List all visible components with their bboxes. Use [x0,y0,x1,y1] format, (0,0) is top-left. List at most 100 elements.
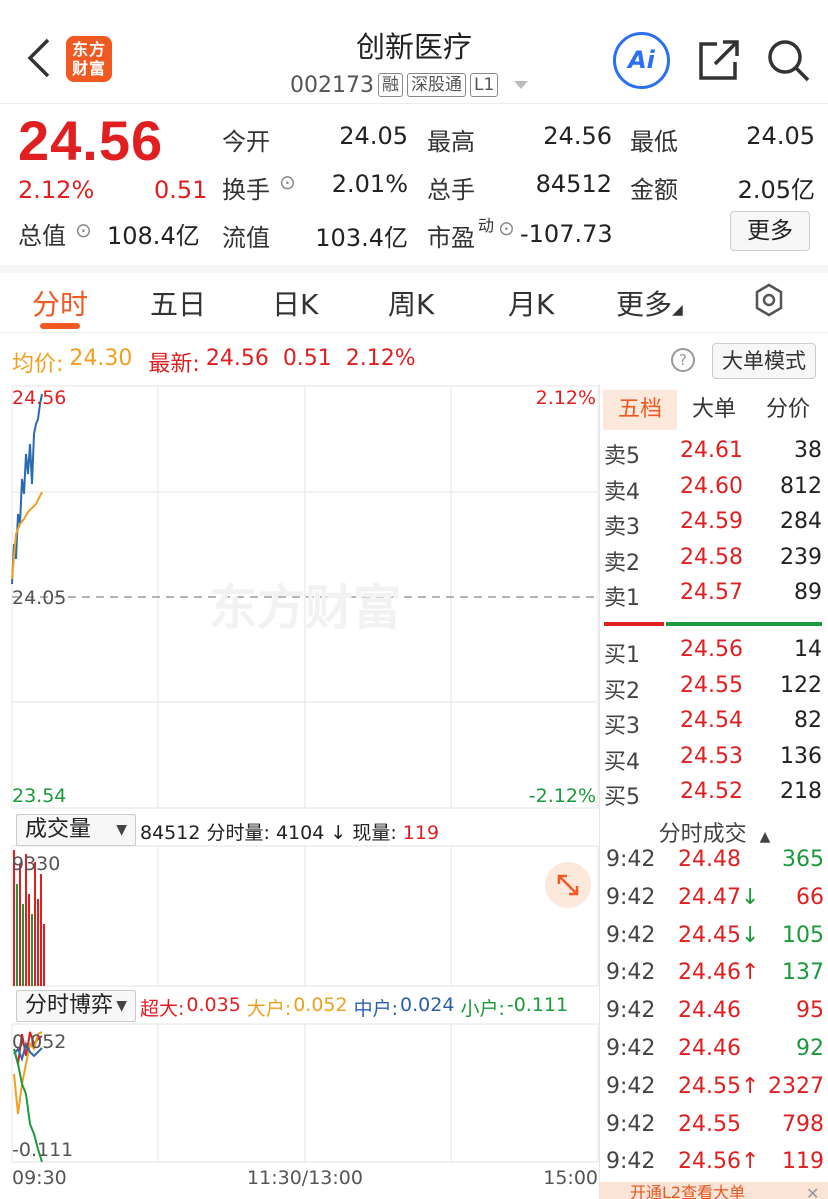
bid-row[interactable]: 买1 24.56 14 [604,637,822,668]
ask-price: 24.61 [680,438,743,463]
more-dots-icon[interactable]: ⊙ [75,218,92,242]
trade-time: 9:42 [606,1149,656,1175]
ask-price: 24.60 [680,473,743,499]
divider [0,265,828,273]
bid-price: 24.54 [680,708,743,733]
trades-header[interactable]: 分时成交 ▲ [601,816,828,848]
trade-row: 9:42 24.48 365 [606,847,824,879]
volume-value: 84512 [535,170,612,198]
ask-price: 24.59 [680,509,743,534]
tab-big-orders[interactable]: 大单 [677,390,751,430]
bid-row[interactable]: 买5 24.52 218 [604,779,822,810]
intraday-chart[interactable]: 东方财富 24.56 24.05 23.54 2.12% -2.12% 9330 [0,384,600,1199]
stock-code-row[interactable]: 002173 融 深股通 L1 [290,72,530,98]
volume-indicator-select[interactable]: 成交量 ▼ [16,814,136,846]
open-label: 今开 [222,128,270,156]
trade-volume: 365 [782,847,824,872]
trade-volume: 137 [782,960,824,986]
bid-row[interactable]: 买2 24.55 122 [604,672,822,704]
amount-value: 2.05亿 [737,176,815,204]
close-icon[interactable]: ✕ [806,1184,819,1199]
active-tab-indicator [40,323,80,329]
bid-price: 24.55 [680,672,743,698]
more-dots-icon[interactable]: ⊙ [498,216,515,240]
volume-total: 84512 [140,822,201,844]
volume-bar [19,864,21,986]
l2-banner[interactable]: 开通L2查看大单 [600,1182,828,1199]
tab-price-distribution[interactable]: 分价 [751,390,825,430]
bid-volume: 14 [794,637,822,662]
current-volume-label: 现量: [352,822,397,844]
trade-row: 9:42 24.55↑ 2327 [606,1074,824,1106]
current-volume-value: 119 [402,822,440,844]
current-price: 24.56 [18,109,164,172]
bid-row[interactable]: 买4 24.53 136 [604,744,822,775]
caret-down-icon: ▼ [116,998,127,1014]
trade-time: 9:42 [606,1111,656,1137]
time-start-label: 09:30 [12,1167,67,1189]
ask-row[interactable]: 卖2 24.58 239 [604,545,822,576]
tab-weekly-k[interactable]: 周K [388,283,434,323]
trade-direction-icon: ↑ [740,1073,760,1099]
trade-price-value: 24.45 [678,922,741,948]
trade-volume: 105 [782,922,824,948]
ask-row[interactable]: 卖5 24.61 38 [604,438,822,469]
change-value: 0.51 [154,176,208,204]
tab-five-levels[interactable]: 五档 [603,390,677,430]
ask-row[interactable]: 卖1 24.57 89 [604,580,822,611]
price-min-label: 23.54 [12,785,66,807]
game-info: 超大: 0.035 大户: 0.052 中户: 0.024 小户: -0.111 [140,994,568,1021]
bid-row[interactable]: 买3 24.54 82 [604,708,822,739]
tag-level: L1 [469,73,499,97]
large-value: 0.052 [293,994,348,1016]
trade-price: 24.46↑ [678,960,759,985]
more-button[interactable]: 更多 [730,211,810,251]
market-value: 108.4亿 [107,222,200,250]
volume-bar [22,904,24,986]
volume-select-label: 成交量 [25,817,92,842]
volume-info: 84512 分时量: 4104 ↓ 现量: 119 [140,818,439,845]
tab-more-label: 更多 [616,288,673,321]
more-dots-icon[interactable]: ⊙ [279,170,296,194]
ask-row[interactable]: 卖4 24.60 812 [604,473,822,505]
open-value: 24.05 [339,122,408,150]
intraday-info: 均价: 24.30 最新: 24.56 0.51 2.12% [12,346,416,378]
trade-time: 9:42 [606,1073,656,1099]
large-label: 大户: [246,998,292,1020]
high-label: 最高 [427,128,475,156]
tab-daily-k[interactable]: 日K [272,283,318,323]
ai-assistant-icon[interactable]: Ai [613,32,670,89]
tag-margin: 融 [377,73,403,97]
ask-price: 24.57 [680,580,743,605]
ask-volume: 284 [780,509,822,534]
price-max-label: 24.56 [12,387,66,409]
trade-direction-icon: ↓ [740,922,760,948]
expand-button[interactable] [545,862,591,908]
avg-price-label: 均价: [12,352,64,377]
volume-bar [43,924,45,986]
settings-button[interactable] [752,283,786,321]
share-button[interactable] [697,38,741,82]
tab-intraday[interactable]: 分时 [32,283,88,323]
search-button[interactable] [766,38,810,82]
volume-bar [31,914,33,986]
trade-volume: 95 [796,998,824,1024]
tab-five-day[interactable]: 五日 [150,283,206,323]
minute-volume-value: 4104 [275,822,325,844]
bid-volume: 82 [794,708,822,733]
panel-divider [599,384,600,1199]
tab-more[interactable]: 更多◢ [616,283,683,323]
search-icon [768,40,810,82]
ask-row[interactable]: 卖3 24.59 284 [604,509,822,540]
trade-price-value: 24.46 [678,1036,741,1061]
big-order-mode-button[interactable]: 大单模式 [712,343,816,379]
avg-price-line [11,491,43,580]
ask-level-label: 卖1 [604,586,640,611]
minute-volume-label: 分时量: [206,822,270,844]
watermark: 东方财富 [209,580,401,636]
trade-price-value: 24.56 [678,1149,741,1175]
game-indicator-select[interactable]: 分时博弈 ▼ [16,990,136,1022]
help-icon[interactable]: ? [671,348,695,372]
trade-volume: 66 [796,884,824,910]
tab-monthly-k[interactable]: 月K [508,283,554,323]
